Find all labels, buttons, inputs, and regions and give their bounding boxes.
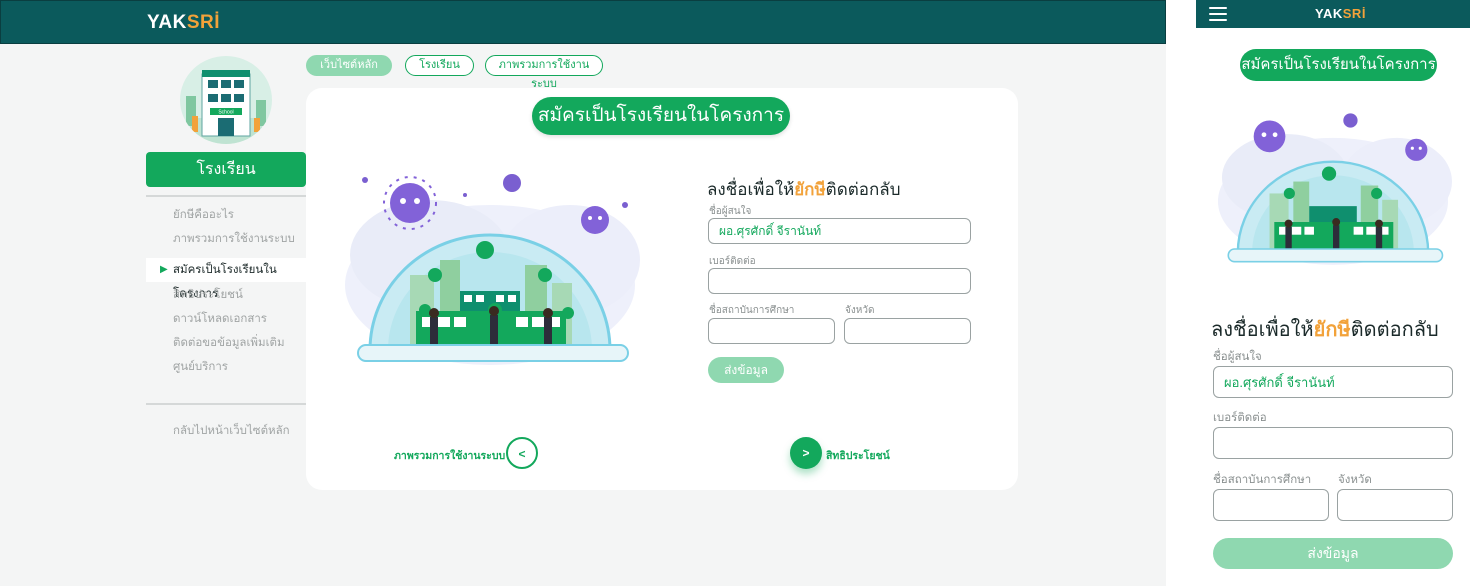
phone-label: เบอร์ติดต่อ bbox=[1213, 412, 1267, 424]
school-name-input[interactable] bbox=[708, 318, 835, 344]
sidebar-item-downloads[interactable]: ดาวน์โหลดเอกสาร bbox=[146, 310, 316, 334]
school-name-label: ชื่อสถาบันการศึกษา bbox=[1213, 474, 1312, 486]
current-marker-icon: ▶ bbox=[160, 264, 168, 275]
brand-logo[interactable]: YAKSRİ bbox=[147, 12, 220, 34]
heading-highlight-text: ยักษี bbox=[1313, 319, 1351, 341]
sidebar-section-active[interactable]: โรงเรียน bbox=[146, 152, 306, 187]
sidebar-item-service-center[interactable]: ศูนย์บริการ bbox=[146, 358, 316, 382]
page-title: สมัครเป็นโรงเรียนในโครงการ bbox=[1240, 49, 1437, 81]
name-label: ชื่อผู้สนใจ bbox=[1213, 351, 1262, 363]
name-input[interactable] bbox=[1213, 366, 1453, 398]
school-sign-text: School bbox=[218, 110, 233, 116]
logo-main-text: YAK bbox=[1315, 6, 1343, 21]
sidebar-item-label: ศูนย์บริการ bbox=[173, 361, 228, 373]
page-title: สมัครเป็นโรงเรียนในโครงการ bbox=[532, 97, 790, 135]
name-input[interactable] bbox=[708, 218, 971, 244]
sidebar-item-label: ภาพรวมการใช้งานระบบ bbox=[173, 233, 295, 245]
breadcrumb-overview[interactable]: ภาพรวมการใช้งานระบบ bbox=[485, 55, 603, 90]
heading-post-text: ติดต่อกลับ bbox=[825, 180, 901, 199]
name-label: ชื่อผู้สนใจ bbox=[709, 206, 752, 217]
sidebar-item-contact[interactable]: ติดต่อขอข้อมูลเพิ่มเติม bbox=[146, 334, 316, 358]
phone-input[interactable] bbox=[1213, 427, 1453, 459]
sidebar-item-label: สิทธิประโยชน์ bbox=[173, 289, 243, 301]
logo-accent-text: SRİ bbox=[186, 12, 221, 33]
next-page-button[interactable]: > bbox=[790, 437, 822, 469]
mobile-header: YAKSRİ bbox=[1196, 0, 1470, 28]
sidebar-item-label: ดาวน์โหลดเอกสาร bbox=[173, 313, 267, 325]
submit-button[interactable]: ส่งข้อมูล bbox=[708, 357, 784, 383]
sidebar-divider bbox=[146, 195, 306, 197]
sidebar-item-overview[interactable]: ภาพรวมการใช้งานระบบ bbox=[146, 230, 316, 254]
top-header: YAKSRİ bbox=[0, 0, 1166, 44]
province-label: จังหวัด bbox=[1338, 474, 1372, 486]
school-building-icon: School bbox=[186, 70, 266, 144]
back-to-main-link[interactable]: กลับไปหน้าเว็บไซต์หลัก bbox=[173, 422, 290, 440]
sidebar-item-label: ยักษีคืออะไร bbox=[173, 209, 234, 221]
sidebar-divider bbox=[146, 403, 306, 405]
heading-post-text: ติดต่อกลับ bbox=[1350, 319, 1439, 341]
school-name-label: ชื่อสถาบันการศึกษา bbox=[709, 305, 795, 316]
logo-accent-text: SRİ bbox=[1342, 6, 1366, 21]
phone-input[interactable] bbox=[708, 268, 971, 294]
heading-highlight-text: ยักษี bbox=[794, 180, 826, 199]
form-heading: ลงชื่อเพื่อให้ยักษีติดต่อกลับ bbox=[707, 176, 901, 203]
province-input[interactable] bbox=[1337, 489, 1453, 521]
prev-page-label[interactable]: ภาพรวมการใช้งานระบบ bbox=[394, 447, 505, 464]
sidebar-item-label: ติดต่อขอข้อมูลเพิ่มเติม bbox=[173, 337, 285, 349]
province-input[interactable] bbox=[844, 318, 971, 344]
heading-pre-text: ลงชื่อเพื่อให้ bbox=[707, 180, 795, 199]
phone-label: เบอร์ติดต่อ bbox=[709, 256, 756, 267]
breadcrumb-main-site[interactable]: เว็บไซต์หลัก bbox=[306, 55, 392, 76]
hamburger-menu-icon[interactable] bbox=[1209, 7, 1227, 21]
prev-page-button[interactable]: < bbox=[506, 437, 538, 469]
submit-button[interactable]: ส่งข้อมูล bbox=[1213, 538, 1453, 569]
sidebar-item-register-school[interactable]: ▶ สมัครเป็นโรงเรียนในโครงการ bbox=[146, 258, 316, 300]
virus-shield-illustration bbox=[1217, 113, 1452, 265]
next-page-label[interactable]: สิทธิประโยชน์ bbox=[826, 447, 890, 464]
form-heading: ลงชื่อเพื่อให้ยักษีติดต่อกลับ bbox=[1211, 313, 1439, 345]
brand-logo[interactable]: YAKSRİ bbox=[1315, 6, 1366, 21]
province-label: จังหวัด bbox=[845, 305, 875, 316]
breadcrumb-school[interactable]: โรงเรียน bbox=[405, 55, 474, 76]
sidebar-menu: ยักษีคืออะไร ภาพรวมการใช้งานระบบ ▶ สมัครเ… bbox=[146, 206, 316, 382]
logo-main-text: YAK bbox=[147, 12, 187, 33]
school-name-input[interactable] bbox=[1213, 489, 1329, 521]
mobile-view: YAKSRİ สมัครเป็นโรงเรียนในโครงการ ลงชื่อ… bbox=[1196, 0, 1470, 586]
sidebar-item-what-is-yaksri[interactable]: ยักษีคืออะไร bbox=[146, 206, 316, 230]
heading-pre-text: ลงชื่อเพื่อให้ bbox=[1211, 319, 1314, 341]
sidebar-item-benefits[interactable]: สิทธิประโยชน์ bbox=[146, 286, 316, 310]
school-avatar: School bbox=[180, 56, 272, 144]
virus-shield-illustration bbox=[345, 174, 640, 365]
desktop-view: YAKSRİ School โรงเรียน ยักษีคืออะไร ภาพร… bbox=[0, 0, 1166, 586]
